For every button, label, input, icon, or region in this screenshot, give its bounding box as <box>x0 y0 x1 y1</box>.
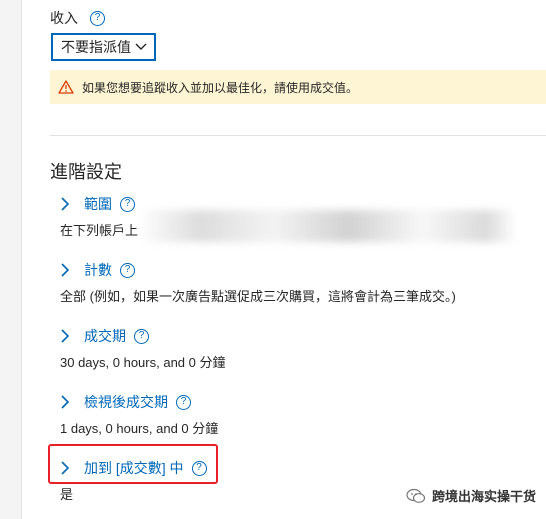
warning-icon <box>58 80 74 94</box>
chevron-right-icon <box>61 197 70 211</box>
setting-conversion-window: 成交期 ? 30 days, 0 hours, and 0 分鐘 <box>60 326 225 371</box>
wechat-icon <box>406 488 426 503</box>
revenue-label-row: 收入 ? <box>50 8 105 28</box>
revenue-select-value: 不要指派值 <box>61 39 131 55</box>
warning-text: 如果您想要追蹤收入並加以最佳化，請使用成交值。 <box>82 80 359 95</box>
help-icon[interactable]: ? <box>134 328 149 344</box>
revenue-label: 收入 <box>50 10 78 26</box>
setting-scope: 範圍 ? 在下列帳戶上 <box>60 194 138 239</box>
setting-view-through-window-header[interactable]: 檢視後成交期 ? <box>60 392 218 412</box>
setting-count: 計數 ? 全部 (例如，如果一次廣告點選促成三次購買，這將會計為三筆成交。) <box>60 260 456 305</box>
setting-view-through-window: 檢視後成交期 ? 1 days, 0 hours, and 0 分鐘 <box>60 392 218 437</box>
help-icon[interactable]: ? <box>176 394 191 410</box>
watermark: 跨境出海实操干货 <box>406 486 536 505</box>
setting-count-value: 全部 (例如，如果一次廣告點選促成三次購買，這將會計為三筆成交。) <box>60 289 456 304</box>
help-icon[interactable]: ? <box>120 196 135 212</box>
left-rail <box>0 0 22 519</box>
setting-scope-title[interactable]: 範圍 <box>84 194 112 214</box>
setting-conversion-window-title[interactable]: 成交期 <box>84 326 126 346</box>
warning-banner: 如果您想要追蹤收入並加以最佳化，請使用成交值。 <box>50 70 546 104</box>
chevron-right-icon <box>61 329 70 343</box>
chevron-right-icon <box>61 395 70 409</box>
revenue-value-select[interactable]: 不要指派值 <box>51 33 156 61</box>
chevron-right-icon <box>61 263 70 277</box>
setting-scope-header[interactable]: 範圍 ? <box>60 194 138 214</box>
redacted-area <box>145 210 515 242</box>
advanced-settings-title: 進階設定 <box>50 162 122 182</box>
setting-conversion-window-header[interactable]: 成交期 ? <box>60 326 225 346</box>
setting-conversion-window-value: 30 days, 0 hours, and 0 分鐘 <box>60 355 226 370</box>
highlight-box <box>48 444 218 484</box>
chevron-down-icon <box>135 43 147 50</box>
setting-view-through-window-value: 1 days, 0 hours, and 0 分鐘 <box>60 421 219 436</box>
setting-include-in-conversions-value: 是 <box>60 487 74 502</box>
setting-count-title[interactable]: 計數 <box>84 260 112 280</box>
help-icon[interactable]: ? <box>90 10 105 26</box>
setting-count-header[interactable]: 計數 ? <box>60 260 456 280</box>
help-icon[interactable]: ? <box>120 262 135 278</box>
setting-view-through-window-title[interactable]: 檢視後成交期 <box>84 392 168 412</box>
watermark-text: 跨境出海实操干货 <box>431 489 536 504</box>
divider <box>50 135 546 136</box>
setting-scope-value: 在下列帳戶上 <box>60 223 139 238</box>
